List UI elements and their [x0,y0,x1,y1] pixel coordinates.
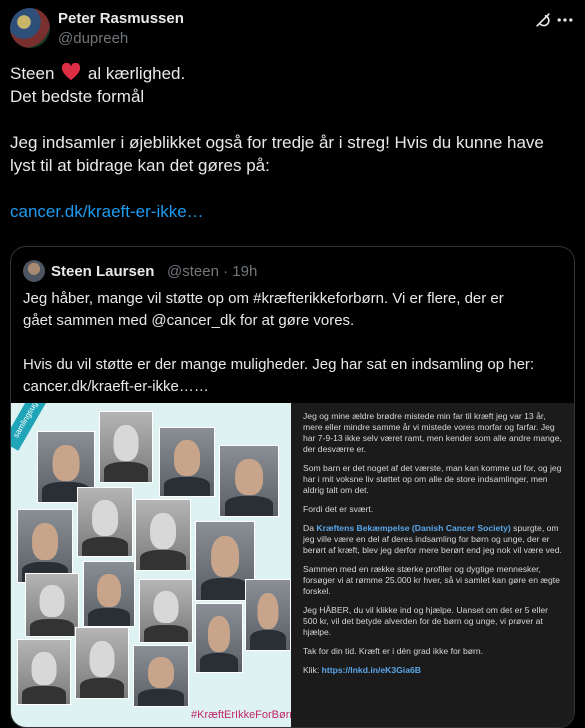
quote-time[interactable]: 19h [232,263,257,280]
portrait-photo [25,573,79,637]
quote-line-2: gået sammen med @cancer_dk for at gøre v… [23,312,355,329]
tweet-header: Peter Rasmussen @dupreeh [10,8,575,48]
heart-icon [62,63,81,81]
portrait-photo [83,561,135,627]
photo-collage: samlingsugen #KræftErIkkeForBørn [11,403,291,727]
panel-klik-link: https://lnkd.in/eK3Gia6B [321,665,421,675]
portrait-photo [77,487,133,557]
quote-avatar[interactable] [23,260,45,282]
panel-paragraph: Som barn er det noget af det værste, man… [303,463,562,495]
portrait-photo [219,445,279,517]
grok-icon[interactable] [533,10,553,30]
tweet-line-2: Det bedste formål [10,87,145,106]
panel-klik: Klik: https://lnkd.in/eK3Gia6B [303,665,421,675]
quote-media[interactable]: samlingsugen #KræftErIkkeForBørn Jeg og … [11,403,574,727]
panel-org-mention: Kræftens Bekæmpelse (Danish Cancer Socie… [316,523,511,533]
quoted-tweet[interactable]: Steen Laursen @steen · 19h Jeg håber, ma… [10,246,575,728]
portrait-photo [17,509,73,583]
quote-meta: @steen · 19h [167,263,258,280]
tweet-line-1: Steen al kærlighed. [10,63,186,83]
portrait-photo [17,639,71,705]
letter-text-panel: Jeg og mine ældre brødre mistede min far… [291,403,574,727]
panel-paragraph: Da Kræftens Bekæmpelse (Danish Cancer So… [303,523,562,555]
portrait-photo [75,627,129,699]
panel-paragraph: Sammen med en række stærke profiler og d… [303,564,560,596]
author-handle[interactable]: @dupreeh [58,30,128,47]
more-icon[interactable] [555,10,575,30]
portrait-photo [139,579,193,643]
quote-author-handle[interactable]: @steen [167,263,219,280]
quote-line-1: Jeg håber, mange vil støtte op om #kræft… [23,290,504,307]
quote-line-3: Hvis du vil støtte er der mange mulighed… [23,356,535,373]
panel-paragraph: Tak for din tid. Kræft er i dén grad ikk… [303,646,484,656]
portrait-photo [135,499,191,571]
quote-line-4: cancer.dk/kraeft-er-ikke…… [23,378,209,395]
hashtag-overlay: #KræftErIkkeForBørn [191,709,291,721]
tweet-text: Steen al kærlighed. Det bedste formål Je… [10,62,570,223]
panel-paragraph: Fordi det er svært. [303,504,374,514]
portrait-photo [133,645,189,707]
tweet-paragraph-2b: lyst til at bidrage kan det gøres på: [10,156,270,175]
quote-author-name[interactable]: Steen Laursen [51,263,154,280]
tweet-link[interactable]: cancer.dk/kraeft-er-ikke… [10,200,570,223]
quote-text: Jeg håber, mange vil støtte op om #kræft… [23,288,563,398]
tweet-paragraph-2a: Jeg indsamler i øjeblikket også for tred… [10,133,544,152]
author-avatar[interactable] [10,8,50,48]
portrait-photo [159,427,215,497]
portrait-photo [195,603,243,673]
portrait-photo [245,579,291,651]
portrait-photo [99,411,153,483]
panel-paragraph: Jeg og mine ældre brødre mistede min far… [303,411,562,454]
panel-paragraph: Jeg HÅBER, du vil klikke ind og hjælpe. … [303,605,549,637]
author-name[interactable]: Peter Rasmussen [58,10,184,27]
